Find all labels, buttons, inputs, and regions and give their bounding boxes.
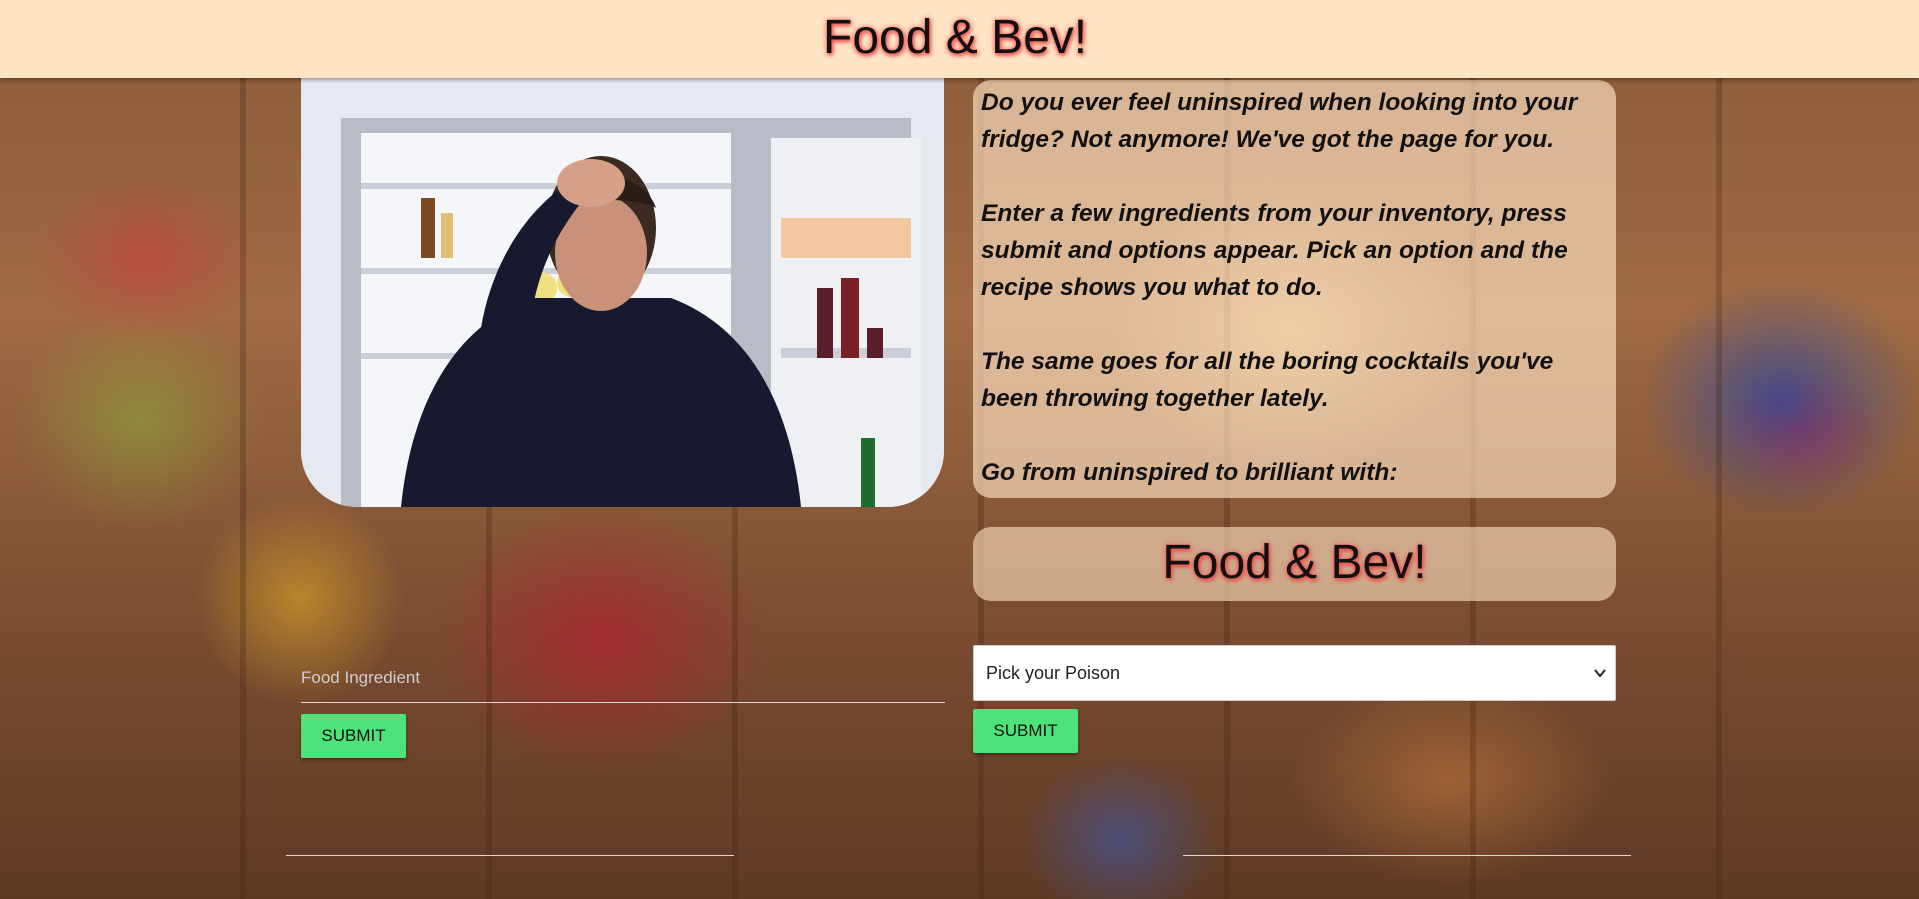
brand-banner: Food & Bev! xyxy=(973,527,1616,601)
page-title: Food & Bev! xyxy=(823,11,1088,64)
cocktail-select[interactable]: Pick your Poison xyxy=(973,645,1616,701)
food-ingredient-input[interactable] xyxy=(301,654,945,703)
hero-image-fridge xyxy=(301,78,944,507)
food-submit-button[interactable]: SUBMIT xyxy=(301,714,406,758)
intro-paragraph: Go from uninspired to brilliant with: xyxy=(981,459,1398,486)
top-bar: Food & Bev! xyxy=(0,0,1919,78)
intro-paragraph: The same goes for all the boring cocktai… xyxy=(981,348,1554,412)
brand-title: Food & Bev! xyxy=(1162,536,1427,589)
divider xyxy=(1183,855,1631,856)
cocktail-submit-button[interactable]: SUBMIT xyxy=(973,709,1078,753)
background-photo xyxy=(0,78,1919,899)
intro-paragraph: Enter a few ingredients from your invent… xyxy=(981,200,1568,301)
intro-text-panel: Do you ever feel uninspired when looking… xyxy=(973,80,1616,498)
chevron-down-icon xyxy=(1594,669,1606,678)
divider xyxy=(286,855,734,856)
intro-paragraph: Do you ever feel uninspired when looking… xyxy=(981,89,1578,153)
cocktail-select-value: Pick your Poison xyxy=(986,662,1121,683)
